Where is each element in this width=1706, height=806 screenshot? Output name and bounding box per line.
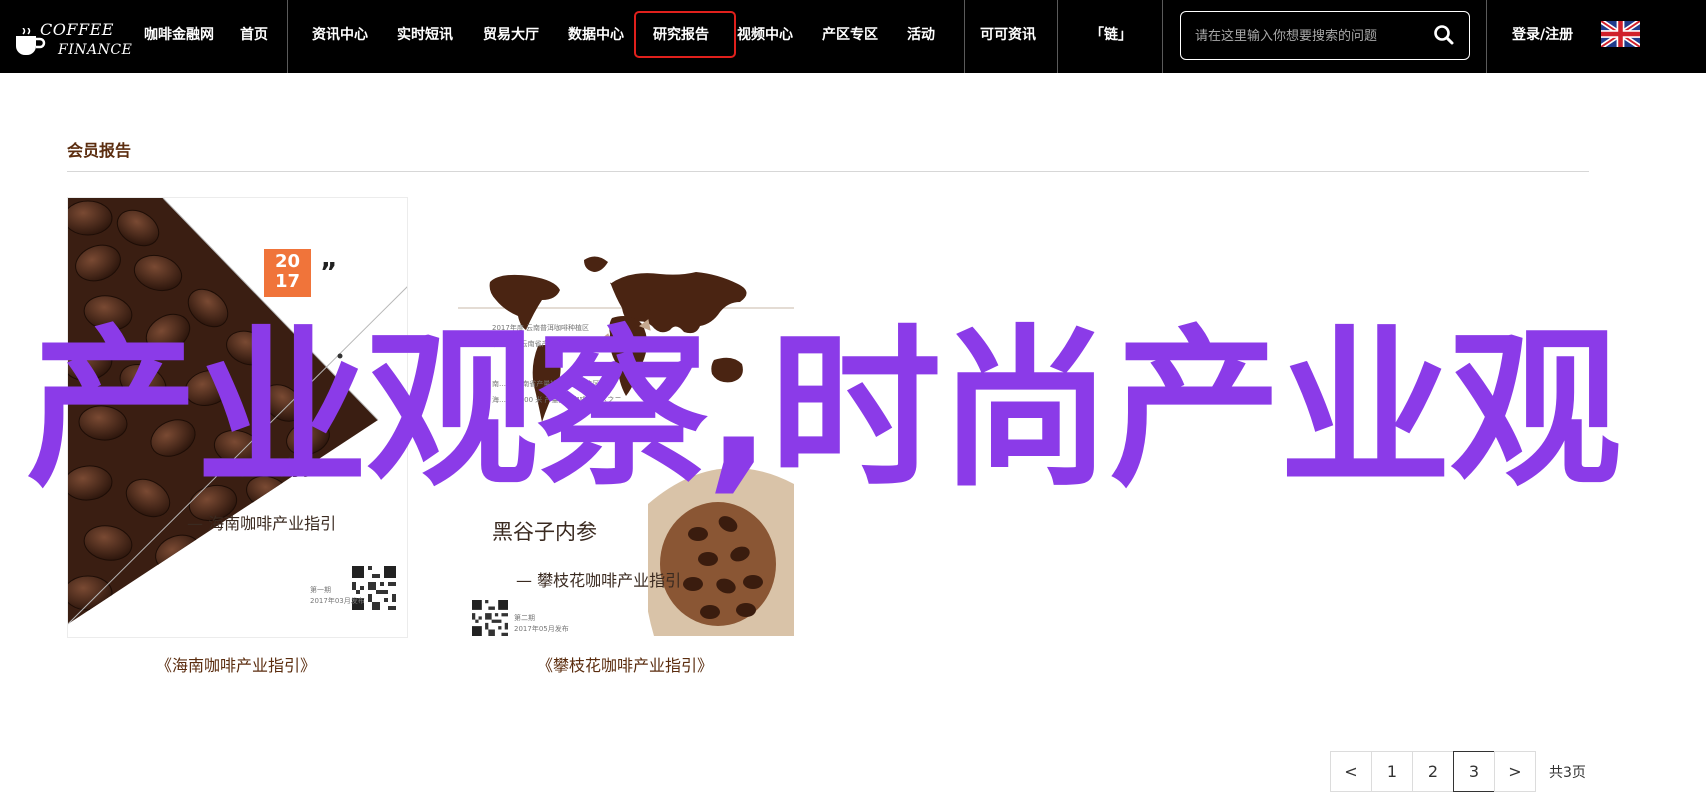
pagination-page-3-current[interactable]: 3 — [1453, 751, 1495, 792]
pagination-total: 共3页 — [1549, 765, 1586, 781]
cover-year-top: 20 — [274, 251, 301, 272]
cover-note-date: 2017年03月发布 — [310, 597, 365, 605]
report-caption-panzhihua[interactable]: 《攀枝花咖啡产业指引》 — [537, 652, 713, 676]
cover-year-badge: 20 17 — [264, 249, 311, 297]
cover-note-issue: 第一期 — [310, 586, 331, 594]
nav-divider — [287, 0, 288, 73]
pagination-page-1[interactable]: 1 — [1371, 751, 1413, 792]
qr-code-icon — [472, 600, 508, 636]
section-divider — [67, 171, 1589, 172]
nav-origin-zone[interactable]: 产区专区 — [822, 24, 878, 44]
coffee-finance-logo[interactable]: COFFEE FINANCE — [12, 6, 132, 64]
nav-home[interactable]: 首页 — [240, 24, 268, 44]
nav-divider — [964, 0, 965, 73]
cover-note-date: 2017年05月发布 — [514, 625, 569, 633]
cover-subtitle: — 海南咖啡产业指引 — [187, 514, 337, 533]
nav-coffee-finance[interactable]: 咖啡金融网 — [144, 24, 214, 44]
pagination-prev-button[interactable]: < — [1330, 751, 1372, 792]
nav-divider — [1057, 0, 1058, 73]
uk-flag-icon[interactable] — [1601, 21, 1640, 47]
nav-trade-hall[interactable]: 贸易大厅 — [483, 24, 539, 44]
search-input[interactable] — [1195, 24, 1425, 48]
nav-divider — [1162, 0, 1163, 73]
search-icon[interactable] — [1433, 24, 1455, 46]
logo-line-2: FINANCE — [58, 42, 133, 58]
cover-quote-mark: ” — [320, 258, 338, 288]
logo-line-1: COFFEE — [40, 20, 114, 39]
top-navigation-bar: COFFEE FINANCE 咖啡金融网 首页 资讯中心 实时短讯 贸易大厅 数… — [0, 0, 1706, 73]
pagination-page-2[interactable]: 2 — [1412, 751, 1454, 792]
pagination-next-button[interactable]: > — [1494, 751, 1536, 792]
page: { "brand": { "line1": "COFFEE", "line2":… — [0, 0, 1706, 806]
cover-note-issue: 第二期 — [514, 614, 535, 622]
section-title: 会员报告 — [67, 141, 132, 160]
nav-video-center[interactable]: 视频中心 — [737, 24, 793, 44]
nav-news-center[interactable]: 资讯中心 — [312, 24, 368, 44]
search-box — [1180, 11, 1470, 60]
nav-divider — [1486, 0, 1487, 73]
nav-research-reports[interactable]: 研究报告 — [653, 24, 709, 44]
nav-chain[interactable]: 「链」 — [1090, 24, 1132, 44]
cover-year-bottom: 17 — [274, 271, 301, 292]
cover-title: 黑谷子内参 — [492, 520, 597, 544]
nav-flash-news[interactable]: 实时短讯 — [397, 24, 453, 44]
nav-cocoa-news[interactable]: 可可资讯 — [980, 24, 1036, 44]
nav-events[interactable]: 活动 — [907, 24, 935, 44]
login-register-link[interactable]: 登录/注册 — [1512, 24, 1573, 44]
report-caption-hainan[interactable]: 《海南咖啡产业指引》 — [156, 652, 316, 676]
nav-data-center[interactable]: 数据中心 — [568, 24, 624, 44]
overlay-headline: 产业观察,时尚产业观 — [26, 309, 1621, 510]
cover-subtitle: — 攀枝花咖啡产业指引 — [516, 571, 682, 590]
